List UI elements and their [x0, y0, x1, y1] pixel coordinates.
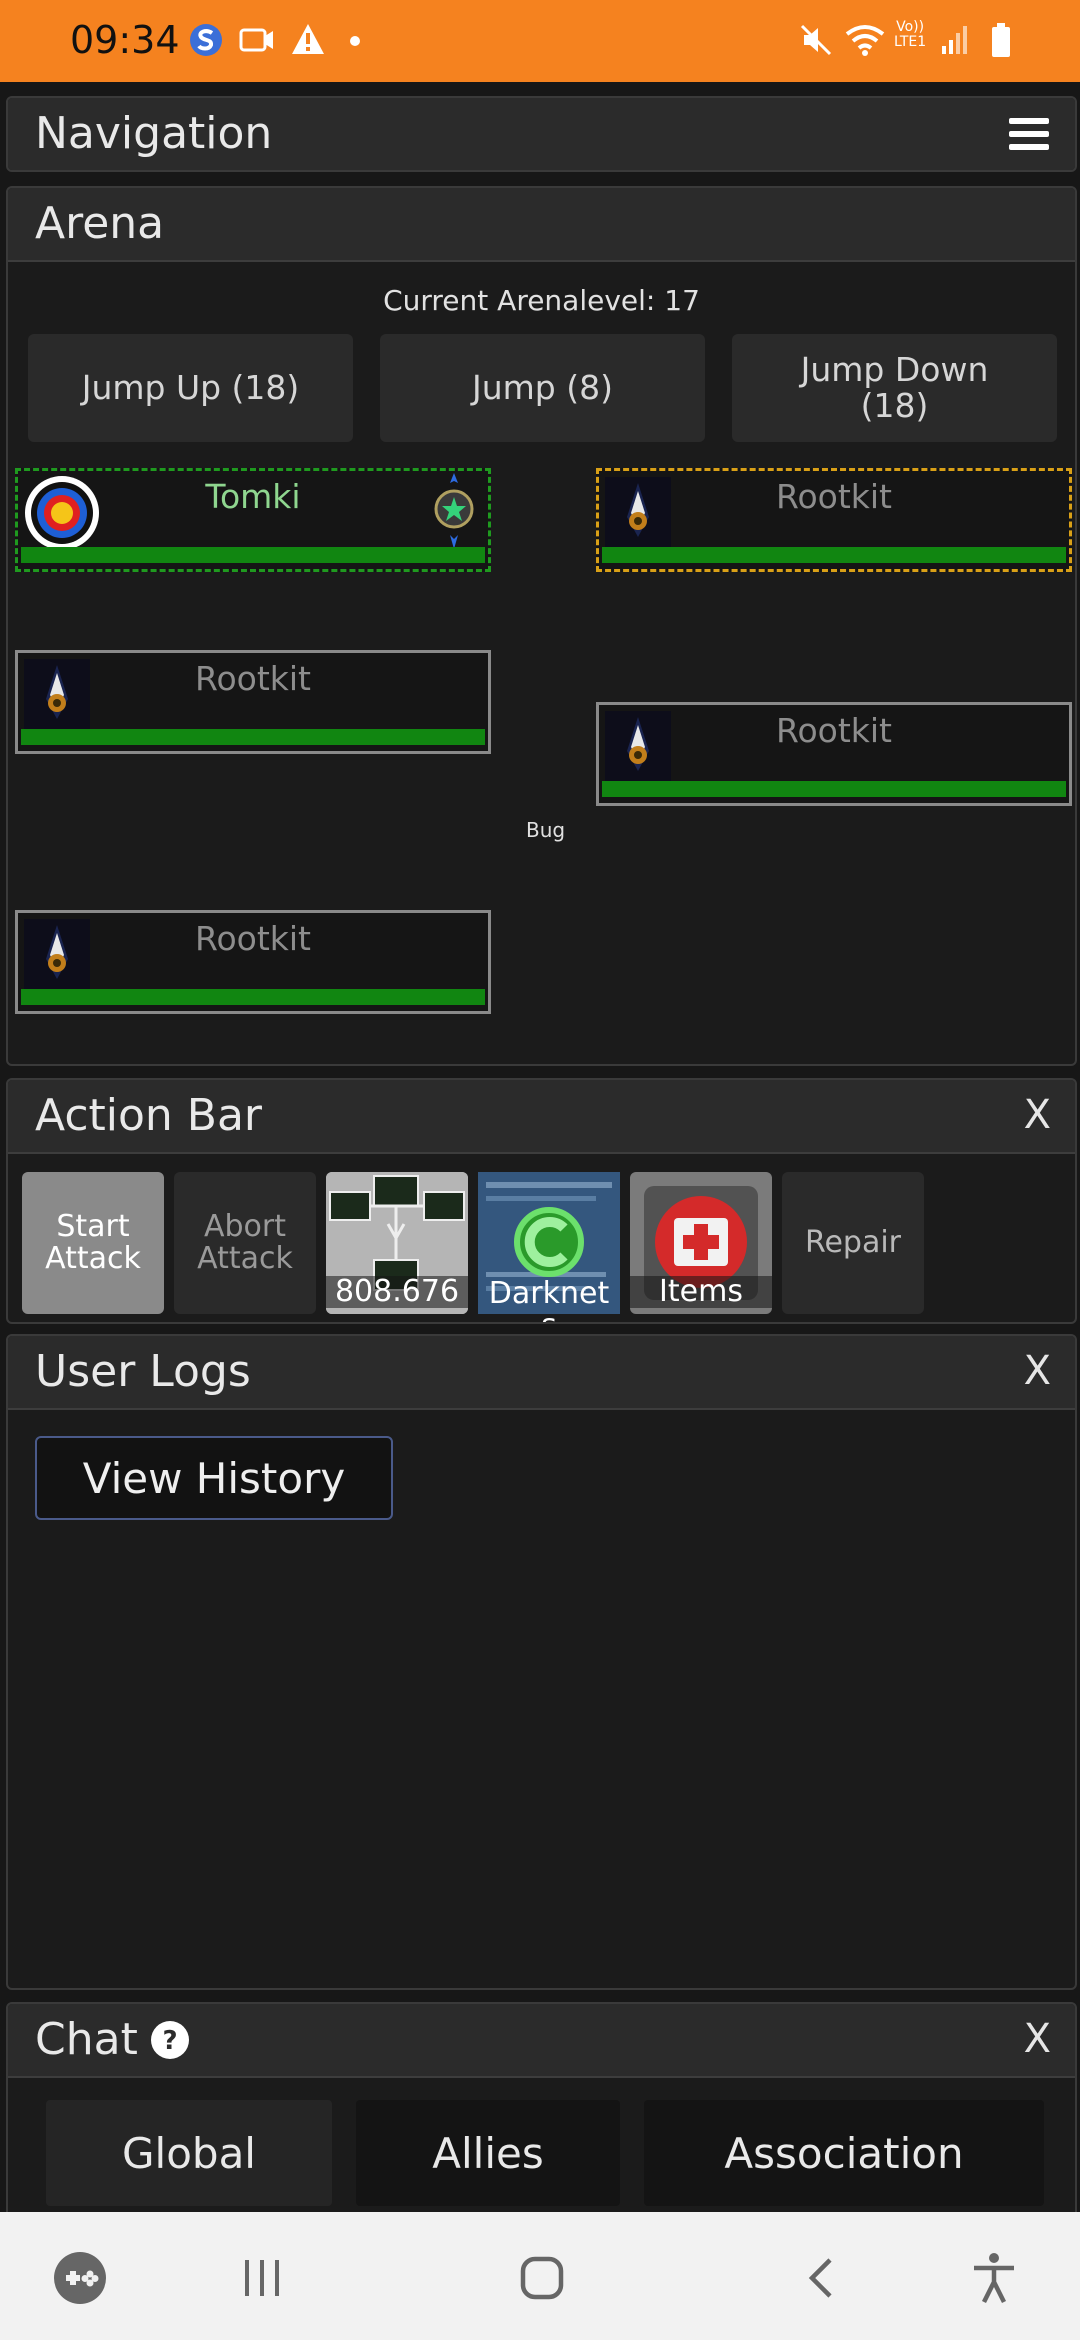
abort-attack-button[interactable]: Abort Attack [174, 1172, 316, 1314]
hp-bar [602, 781, 1066, 797]
repair-button[interactable]: Repair [782, 1172, 924, 1314]
warning-icon [290, 22, 326, 56]
notification-dot-icon [350, 36, 360, 46]
action-bar-close-button[interactable]: X [1024, 1092, 1051, 1138]
home-icon[interactable] [512, 2248, 572, 2308]
fighter-name: Rootkit [195, 919, 311, 958]
chat-title: Chat [35, 2014, 138, 2065]
status-bar: 09:34 Vo)) LTE1 [0, 0, 1080, 82]
fighter-name: Rootkit [776, 711, 892, 750]
game-launcher-icon[interactable] [50, 2248, 110, 2308]
chat-tab-global[interactable]: Global [46, 2100, 332, 2206]
user-logs-close-button[interactable]: X [1024, 1348, 1051, 1394]
start-attack-label: Start Attack [45, 1209, 141, 1276]
chat-tab-allies[interactable]: Allies [356, 2100, 620, 2206]
jump-down-button[interactable]: Jump Down (18) [732, 334, 1057, 442]
chat-panel: Chat ? X Global Allies Association [6, 2002, 1077, 2242]
hp-bar [21, 729, 485, 745]
darknets-label: Darknets [488, 1276, 610, 1323]
signal-bars-icon [940, 22, 970, 56]
fighter-enemy[interactable]: Rootkit [596, 702, 1072, 806]
mute-icon [798, 22, 834, 58]
navigation-title: Navigation [35, 108, 273, 159]
items-button[interactable]: Items [630, 1172, 772, 1314]
bug-label: Bug [526, 818, 566, 842]
arena-panel: Arena Current Arenalevel: 17 Jump Up (18… [6, 186, 1077, 1066]
arena-header: Arena [8, 188, 1075, 262]
view-history-button[interactable]: View History [35, 1436, 393, 1520]
chat-header: Chat ? X [8, 2004, 1075, 2078]
fighter-enemy[interactable]: Rootkit [15, 910, 491, 1014]
user-logs-title: User Logs [35, 1346, 251, 1397]
action-bar-panel: Action Bar X Start Attack Abort Attack 8… [6, 1078, 1077, 1324]
jump-up-button[interactable]: Jump Up (18) [28, 334, 353, 442]
hp-bar [21, 547, 485, 563]
hamburger-icon[interactable] [1009, 118, 1049, 150]
chat-tab-association[interactable]: Association [644, 2100, 1044, 2206]
user-logs-header: User Logs X [8, 1336, 1075, 1410]
darknets-button[interactable]: Darknets [478, 1172, 620, 1322]
hp-bar [21, 989, 485, 1005]
battery-icon [990, 22, 1012, 58]
repair-label: Repair [804, 1225, 902, 1260]
navigation-header: Navigation [8, 98, 1075, 170]
network-value: 808.676 [326, 1276, 468, 1308]
jump-button[interactable]: Jump (8) [380, 334, 705, 442]
lte-signal-icon: Vo)) LTE1 [894, 20, 926, 50]
chat-close-button[interactable]: X [1024, 2016, 1051, 2062]
hp-bar [602, 547, 1066, 563]
rank-badge-icon [432, 473, 476, 549]
action-bar-header: Action Bar X [8, 1080, 1075, 1154]
system-nav-bar [0, 2212, 1080, 2340]
fighter-target[interactable]: Rootkit [596, 468, 1072, 572]
question-circle-icon[interactable]: ? [150, 2020, 190, 2060]
back-icon[interactable] [792, 2248, 852, 2308]
start-attack-button[interactable]: Start Attack [22, 1172, 164, 1314]
signal-text-bottom: LTE1 [894, 34, 927, 50]
signal-text-top: Vo)) [896, 19, 925, 35]
items-label: Items [630, 1276, 772, 1308]
navigation-panel: Navigation [6, 96, 1077, 172]
accessibility-icon[interactable] [964, 2248, 1024, 2308]
fighter-enemy[interactable]: Rootkit [15, 650, 491, 754]
video-call-icon [238, 22, 276, 58]
fighter-name: Tomki [205, 477, 301, 516]
arena-title: Arena [35, 198, 165, 249]
recent-apps-icon[interactable] [232, 2248, 292, 2308]
fighter-self[interactable]: Tomki [15, 468, 491, 572]
network-button[interactable]: 808.676 [326, 1172, 468, 1314]
user-logs-panel: User Logs X View History [6, 1334, 1077, 1990]
svg-text:?: ? [162, 2026, 177, 2056]
clock: 09:34 [70, 18, 180, 62]
action-bar-title: Action Bar [35, 1090, 263, 1141]
fighter-name: Rootkit [776, 477, 892, 516]
wifi-icon [844, 22, 886, 58]
abort-attack-label: Abort Attack [197, 1209, 293, 1276]
s-app-icon [188, 22, 224, 58]
fighter-name: Rootkit [195, 659, 311, 698]
arena-level-text: Current Arenalevel: 17 [383, 284, 700, 317]
